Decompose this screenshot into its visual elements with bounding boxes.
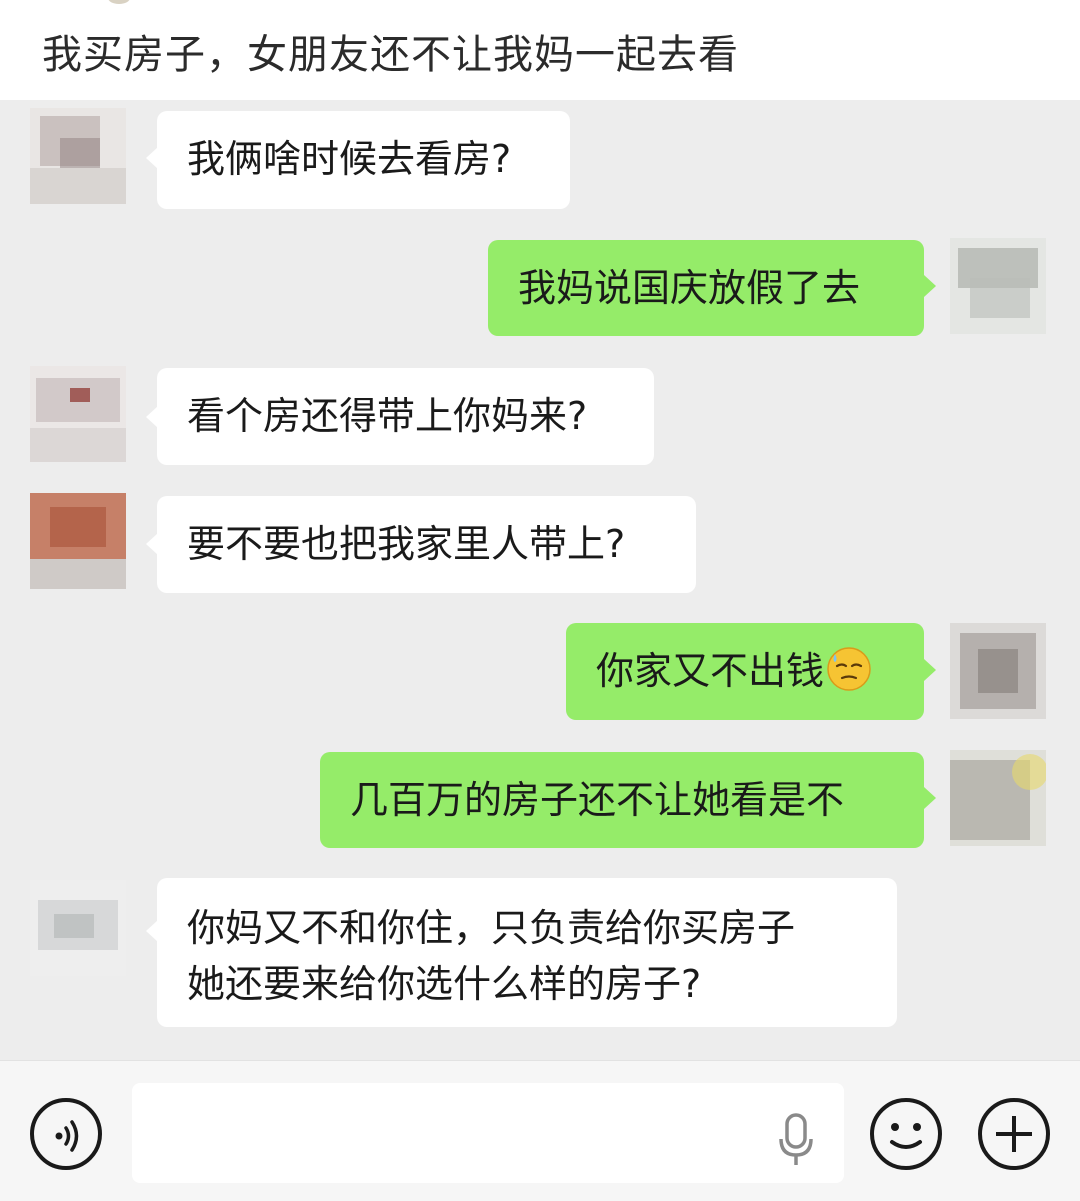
avatar-image [950, 750, 1046, 846]
message-bubble-outgoing[interactable]: 几百万的房子还不让她看是不 [320, 752, 924, 848]
message-bubble-incoming[interactable]: 要不要也把我家里人带上? [157, 496, 696, 593]
avatar-image [30, 493, 126, 589]
chat-screenshot: 我俩啥时候去看房? 我妈说国庆放假了去 看个房还得带上你妈来? 要不要也把我家里… [0, 100, 1080, 1060]
avatar-image [950, 238, 1046, 334]
chat-input-bar [0, 1060, 1080, 1201]
own-avatar[interactable] [950, 623, 1046, 719]
message-bubble-incoming[interactable]: 看个房还得带上你妈来? [157, 368, 654, 465]
message-text: 你家又不出钱 [596, 649, 825, 693]
own-avatar[interactable] [950, 238, 1046, 334]
contact-avatar[interactable] [30, 493, 126, 589]
message-bubble-incoming[interactable]: 你妈又不和你住，只负责给你买房子 她还要来给你选什么样的房子? [157, 878, 897, 1027]
message-bubble-outgoing[interactable]: 我妈说国庆放假了去 [488, 240, 924, 336]
message-bubble-incoming[interactable]: 我俩啥时候去看房? [157, 111, 570, 209]
avatar-image [30, 366, 126, 462]
message-text-line: 她还要来给你选什么样的房子? [187, 962, 702, 1006]
avatar-image [30, 880, 126, 976]
contact-avatar[interactable] [30, 366, 126, 462]
avatar-image [950, 623, 1046, 719]
avatar-image [30, 108, 126, 204]
emoji-icon[interactable] [868, 1096, 944, 1172]
contact-avatar[interactable] [30, 108, 126, 204]
message-input[interactable] [132, 1083, 844, 1183]
post-title: 我买房子，女朋友还不让我妈一起去看 [42, 32, 739, 78]
plus-icon[interactable] [976, 1096, 1052, 1172]
voice-icon[interactable] [28, 1096, 104, 1172]
microphone-icon[interactable] [776, 1113, 816, 1167]
bubble-tail [924, 659, 936, 681]
author-avatar-peek [108, 0, 130, 4]
own-avatar[interactable] [950, 750, 1046, 846]
bubble-tail [924, 787, 936, 809]
bubble-tail [924, 275, 936, 297]
sweat-smile-emoji [826, 646, 872, 692]
message-text-line: 你妈又不和你住，只负责给你买房子 [187, 906, 796, 950]
contact-avatar[interactable] [30, 880, 126, 976]
post-header: 我买房子，女朋友还不让我妈一起去看 [0, 0, 1080, 100]
message-bubble-outgoing[interactable]: 你家又不出钱 [566, 623, 924, 720]
